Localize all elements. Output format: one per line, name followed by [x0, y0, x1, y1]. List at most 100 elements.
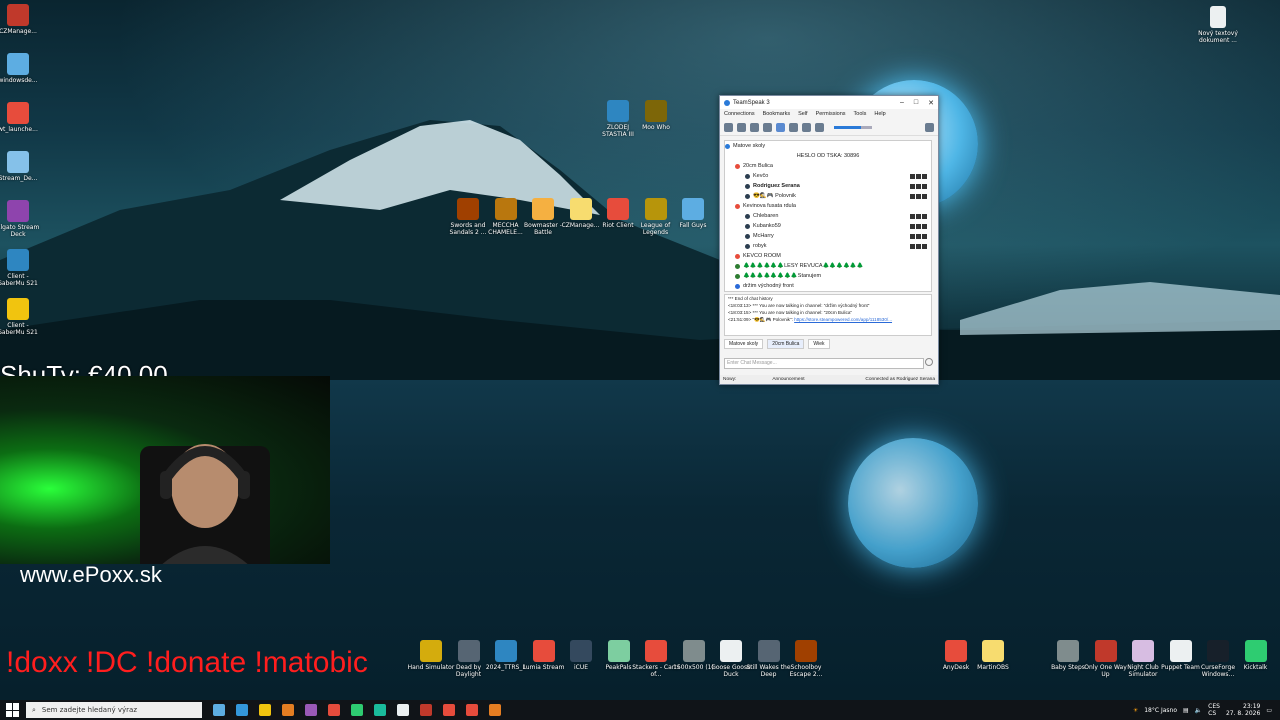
- desktop-icon[interactable]: CZManage...: [0, 4, 42, 35]
- app-icon: [945, 640, 967, 662]
- channel-row[interactable]: 🌲🌲🌲🌲🌲🌲🌲🌲Stanujem: [725, 271, 931, 281]
- taskbar-app-icon[interactable]: [420, 704, 432, 716]
- desktop-icon[interactable]: Client - SaberMu S21: [0, 298, 42, 336]
- channel-row[interactable]: 20cm Bulica: [725, 161, 931, 171]
- chat-line: *** End of chat history: [728, 296, 773, 301]
- taskbar-app-icon[interactable]: [489, 704, 501, 716]
- desktop-icon[interactable]: Fall Guys: [669, 198, 717, 229]
- disconnect-icon[interactable]: [737, 122, 746, 132]
- channel-row[interactable]: držim východný front: [725, 281, 931, 291]
- taskbar-app-icon[interactable]: [374, 704, 386, 716]
- away-icon[interactable]: [750, 122, 759, 132]
- app-icon: [420, 640, 442, 662]
- settings-icon[interactable]: [925, 122, 934, 132]
- app-icon: [1057, 640, 1079, 662]
- taskbar-app-icon[interactable]: [443, 704, 455, 716]
- badge-icon: [910, 233, 915, 239]
- desktop-icon[interactable]: Kicktalk: [1232, 640, 1280, 671]
- channel-row[interactable]: 🌲🌲🌲🌲🌲🌲LESY REVUCA🌲🌲🌲🌲🌲🌲: [725, 261, 931, 271]
- chat-log[interactable]: *** End of chat history <18:03:13> *** Yo…: [724, 294, 932, 336]
- client-name: Rodriguez Serana: [753, 183, 800, 189]
- taskbar-app-icon[interactable]: [236, 704, 248, 716]
- notifications-icon[interactable]: ▭: [1266, 707, 1272, 714]
- desktop-icon-label: AnyDesk: [942, 664, 970, 671]
- chat-tab[interactable]: Wiek: [808, 339, 830, 349]
- taskbar-app-icon[interactable]: [328, 704, 340, 716]
- app-icon: [569, 198, 592, 220]
- desktop-icon-label: ZLODEJ STASTIA III: [602, 124, 634, 138]
- desktop-icon-text-document[interactable]: Nový textový dokument ...: [1194, 6, 1242, 44]
- client-icon: [745, 173, 750, 179]
- microphone-icon[interactable]: [763, 122, 772, 132]
- desktop-icon-label: windowsde...: [0, 77, 38, 84]
- client-row[interactable]: robyk: [725, 241, 931, 251]
- chat-link[interactable]: https://store.steampowered.com/app/11185…: [794, 317, 892, 322]
- channel-name: KEVCO ROOM: [743, 253, 781, 259]
- teamspeak-window[interactable]: TeamSpeak 3 – □ ✕ Connections Bookmarks Se…: [719, 95, 939, 385]
- minimize-icon[interactable]: –: [900, 99, 904, 107]
- taskbar-app-icon[interactable]: [259, 704, 271, 716]
- client-row[interactable]: Rodriguez Serana: [725, 181, 931, 191]
- client-row[interactable]: Kubanko59: [725, 221, 931, 231]
- weather-text[interactable]: 18°C Jasno: [1144, 707, 1177, 714]
- menu-item[interactable]: Permissions: [816, 111, 846, 117]
- desktop-icon-label: CurseForge Windows...: [1200, 664, 1236, 678]
- menu-item[interactable]: Help: [874, 111, 885, 117]
- whisper-icon[interactable]: [802, 122, 811, 132]
- desktop-icon-label: CZManage...: [0, 28, 37, 35]
- desktop-icon[interactable]: Elgato Stream Deck: [0, 200, 42, 238]
- network-icon[interactable]: ▤: [1183, 707, 1189, 714]
- chat-icon[interactable]: [776, 122, 785, 132]
- contacts-icon[interactable]: [789, 122, 798, 132]
- desktop-icon[interactable]: Schoolboy Escape 2...: [782, 640, 830, 678]
- desktop-icon[interactable]: Stream_De...: [0, 151, 42, 182]
- badge-icon: [916, 243, 921, 249]
- language-indicator[interactable]: CES CS: [1208, 703, 1220, 717]
- menu-item[interactable]: Connections: [724, 111, 755, 117]
- channel-tree[interactable]: Matove skoly HESLO OD TSKA: 30896 20cm B…: [724, 140, 932, 292]
- taskbar-app-icon[interactable]: [351, 704, 363, 716]
- desktop-icon[interactable]: wt_launche...: [0, 102, 42, 133]
- chat-tab[interactable]: Matove skoly: [724, 339, 764, 349]
- taskbar-app-icon[interactable]: [213, 704, 225, 716]
- speaker-icon[interactable]: [815, 122, 824, 132]
- app-icon: [494, 198, 517, 220]
- desktop-icon[interactable]: MartinOBS: [969, 640, 1017, 671]
- taskbar-app-icon[interactable]: [397, 704, 409, 716]
- client-row[interactable]: Kevčo: [725, 171, 931, 181]
- emoji-icon[interactable]: [925, 358, 933, 366]
- client-row[interactable]: Chlebaren: [725, 211, 931, 221]
- chat-tab[interactable]: 20cm Bulica: [767, 339, 805, 349]
- close-icon[interactable]: ✕: [928, 99, 934, 107]
- client-row[interactable]: 😎🕵️🎮 Polovnik: [725, 191, 931, 201]
- menu-item[interactable]: Tools: [854, 111, 867, 117]
- taskbar-app-icon[interactable]: [305, 704, 317, 716]
- menu-item[interactable]: Bookmarks: [763, 111, 791, 117]
- desktop-icon[interactable]: Client - SaberMu S21: [0, 249, 42, 287]
- menu-item[interactable]: Self: [798, 111, 807, 117]
- taskbar-app-icon[interactable]: [466, 704, 478, 716]
- clock[interactable]: 23:19 27. 8. 2026: [1226, 703, 1260, 717]
- volume-slider[interactable]: [834, 125, 872, 129]
- windows-start-icon[interactable]: [6, 703, 20, 717]
- taskbar-app-icon[interactable]: [282, 704, 294, 716]
- chat-input[interactable]: Enter Chat Message...: [724, 358, 924, 369]
- titlebar[interactable]: TeamSpeak 3 – □ ✕: [720, 96, 938, 109]
- status-news: Nowy:: [723, 377, 737, 382]
- volume-icon[interactable]: 🔈: [1195, 707, 1202, 714]
- desktop-icon[interactable]: Moo Who: [632, 100, 680, 131]
- app-icon: [1169, 640, 1192, 662]
- channel-icon: [735, 263, 740, 269]
- channel-row[interactable]: KEVCO ROOM: [725, 251, 931, 261]
- tree-rows: 20cm Bulica Kevčo Rodriguez Serana 😎🕵️🎮 Pol…: [725, 161, 931, 291]
- desktop-icon[interactable]: windowsde...: [0, 53, 42, 84]
- server-row[interactable]: Matove skoly: [725, 141, 931, 151]
- app-icon: [7, 102, 29, 124]
- taskbar-search[interactable]: ⌕ Sem zadejte hledaný výraz: [26, 702, 202, 718]
- connect-icon[interactable]: [724, 122, 733, 132]
- app-icon: [7, 249, 29, 271]
- app-icon: [982, 640, 1004, 662]
- client-row[interactable]: McHarry: [725, 231, 931, 241]
- maximize-icon[interactable]: □: [914, 99, 918, 107]
- channel-row[interactable]: Kevinova fusata rdula: [725, 201, 931, 211]
